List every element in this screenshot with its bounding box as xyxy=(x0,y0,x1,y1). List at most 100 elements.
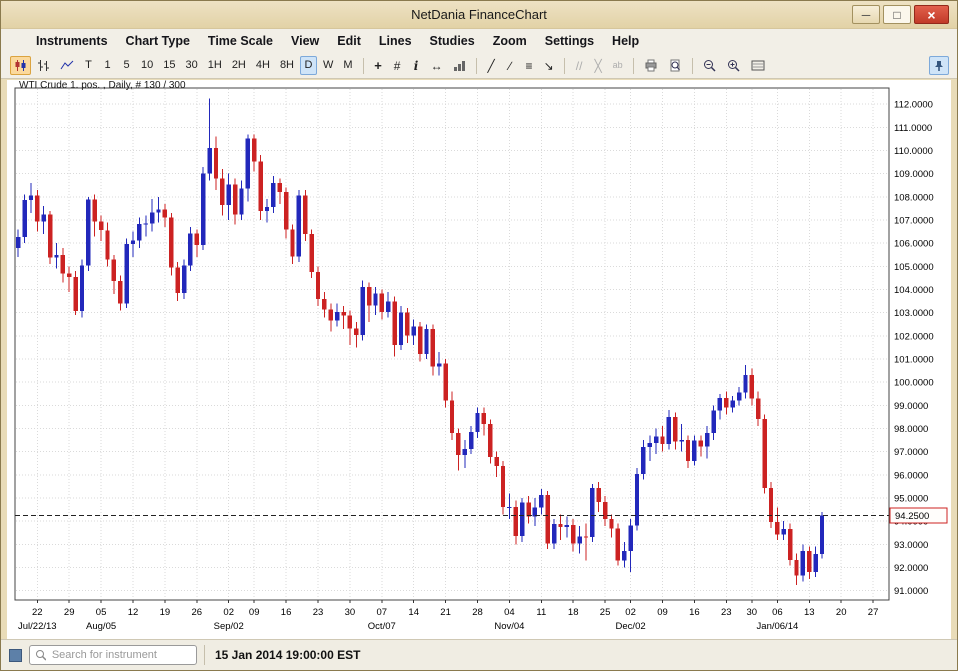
svg-text:18: 18 xyxy=(568,607,579,618)
svg-text:110.0000: 110.0000 xyxy=(894,146,933,157)
interval-button-30[interactable]: 30 xyxy=(182,56,202,75)
candlestick-chart-button[interactable] xyxy=(10,56,31,75)
search-box[interactable] xyxy=(29,645,197,665)
interval-button-1h[interactable]: 1H xyxy=(204,56,226,75)
interval-button-4h[interactable]: 4H xyxy=(252,56,274,75)
window-title: NetDania FinanceChart xyxy=(1,7,957,22)
svg-text:96.0000: 96.0000 xyxy=(894,470,928,481)
fibonacci-button[interactable]: ≡ xyxy=(521,56,538,75)
instrument-label: WTI Crude 1. pos. , Daily, # 130 / 300 xyxy=(19,80,186,91)
volume-icon xyxy=(453,60,466,72)
menu-item-instruments[interactable]: Instruments xyxy=(27,34,117,48)
svg-text:109.0000: 109.0000 xyxy=(894,169,934,180)
grid-toggle-button[interactable]: # xyxy=(389,56,406,75)
toolbar-separator xyxy=(476,58,477,74)
interval-button-10[interactable]: 10 xyxy=(137,56,157,75)
svg-text:Jul/22/13: Jul/22/13 xyxy=(18,621,57,632)
dock-panel-button[interactable] xyxy=(929,56,949,75)
svg-text:02: 02 xyxy=(625,607,636,618)
svg-text:93.0000: 93.0000 xyxy=(894,540,928,551)
svg-text:104.0000: 104.0000 xyxy=(894,285,934,296)
menu-item-studies[interactable]: Studies xyxy=(421,34,484,48)
interval-button-1[interactable]: 1 xyxy=(99,56,116,75)
expand-horizontal-button[interactable]: ↔ xyxy=(427,56,447,75)
instrument-icon xyxy=(9,649,22,662)
delete-line-button[interactable]: ╳ xyxy=(590,56,607,75)
svg-text:28: 28 xyxy=(472,607,483,618)
text-label-icon: ab xyxy=(613,61,623,70)
print-preview-button[interactable] xyxy=(664,56,686,75)
window-controls: ─ □ × xyxy=(852,5,957,24)
print-preview-icon xyxy=(668,59,682,72)
ohlc-bars-button[interactable] xyxy=(33,56,54,75)
svg-text:23: 23 xyxy=(313,607,324,618)
title-bar[interactable]: NetDania FinanceChart ─ □ × xyxy=(1,1,957,29)
menu-item-lines[interactable]: Lines xyxy=(370,34,421,48)
zoom-out-icon xyxy=(703,59,717,73)
svg-text:91.0000: 91.0000 xyxy=(894,586,928,597)
menu-item-settings[interactable]: Settings xyxy=(536,34,603,48)
interval-button-m[interactable]: M xyxy=(339,56,356,75)
trendline-icon: ╱ xyxy=(487,60,494,72)
interval-button-8h[interactable]: 8H xyxy=(276,56,298,75)
text-label-button[interactable]: ab xyxy=(609,56,627,75)
ohlc-bars-icon xyxy=(37,59,50,72)
close-button[interactable]: × xyxy=(914,5,949,24)
svg-text:09: 09 xyxy=(249,607,260,618)
svg-text:07: 07 xyxy=(377,607,388,618)
interval-button-5[interactable]: 5 xyxy=(118,56,135,75)
crosshair-icon: + xyxy=(374,59,382,72)
volume-button[interactable] xyxy=(449,56,470,75)
zoom-in-icon xyxy=(727,59,741,73)
toolbar: T151015301H2H4H8HDWM + # i ↔ ╱ ∕ ≡ ↘ // … xyxy=(1,53,957,79)
svg-text:23: 23 xyxy=(721,607,732,618)
menu-item-edit[interactable]: Edit xyxy=(328,34,370,48)
trendline-button[interactable]: ╱ xyxy=(483,56,500,75)
menu-item-help[interactable]: Help xyxy=(603,34,648,48)
line-chart-button[interactable] xyxy=(56,56,78,75)
svg-text:98.0000: 98.0000 xyxy=(894,424,928,435)
menu-item-zoom[interactable]: Zoom xyxy=(484,34,536,48)
svg-text:04: 04 xyxy=(504,607,515,618)
chart-region[interactable]: WTI Crude 1. pos. , Daily, # 130 / 300 9… xyxy=(7,80,951,639)
menu-item-time-scale[interactable]: Time Scale xyxy=(199,34,282,48)
arrow-draw-button[interactable]: ↘ xyxy=(540,56,558,75)
svg-text:92.0000: 92.0000 xyxy=(894,563,928,574)
svg-text:30: 30 xyxy=(345,607,356,618)
auto-scale-button[interactable] xyxy=(747,56,769,75)
search-icon xyxy=(35,649,46,661)
menu-item-chart-type[interactable]: Chart Type xyxy=(117,34,199,48)
svg-text:108.0000: 108.0000 xyxy=(894,192,934,203)
toolbar-separator xyxy=(363,58,364,74)
crosshair-button[interactable]: + xyxy=(370,56,387,75)
auto-scale-icon xyxy=(751,59,765,72)
fibonacci-levels-icon: ≡ xyxy=(526,60,533,72)
interval-button-15[interactable]: 15 xyxy=(159,56,179,75)
svg-text:05: 05 xyxy=(96,607,107,618)
maximize-button[interactable]: □ xyxy=(883,5,911,24)
svg-text:Sep/02: Sep/02 xyxy=(214,621,244,632)
info-button[interactable]: i xyxy=(408,56,425,75)
menu-item-view[interactable]: View xyxy=(282,34,328,48)
svg-text:112.0000: 112.0000 xyxy=(894,100,933,111)
svg-text:22: 22 xyxy=(32,607,43,618)
minimize-button[interactable]: ─ xyxy=(852,5,880,24)
edit-line-button[interactable]: // xyxy=(571,56,588,75)
print-button[interactable] xyxy=(640,56,662,75)
toolbar-separator xyxy=(692,58,693,74)
grid-icon: # xyxy=(394,60,401,72)
svg-text:16: 16 xyxy=(281,607,292,618)
zoom-out-button[interactable] xyxy=(699,56,721,75)
interval-button-t[interactable]: T xyxy=(80,56,97,75)
search-input[interactable] xyxy=(50,648,191,662)
svg-text:27: 27 xyxy=(868,607,879,618)
ray-line-button[interactable]: ∕ xyxy=(502,56,519,75)
svg-text:21: 21 xyxy=(440,607,451,618)
interval-button-w[interactable]: W xyxy=(319,56,337,75)
svg-text:09: 09 xyxy=(657,607,668,618)
zoom-in-button[interactable] xyxy=(723,56,745,75)
interval-button-2h[interactable]: 2H xyxy=(228,56,250,75)
price-chart[interactable]: 91.000092.000093.000094.000095.000096.00… xyxy=(7,80,951,638)
interval-button-d[interactable]: D xyxy=(300,56,317,75)
svg-text:19: 19 xyxy=(160,607,171,618)
